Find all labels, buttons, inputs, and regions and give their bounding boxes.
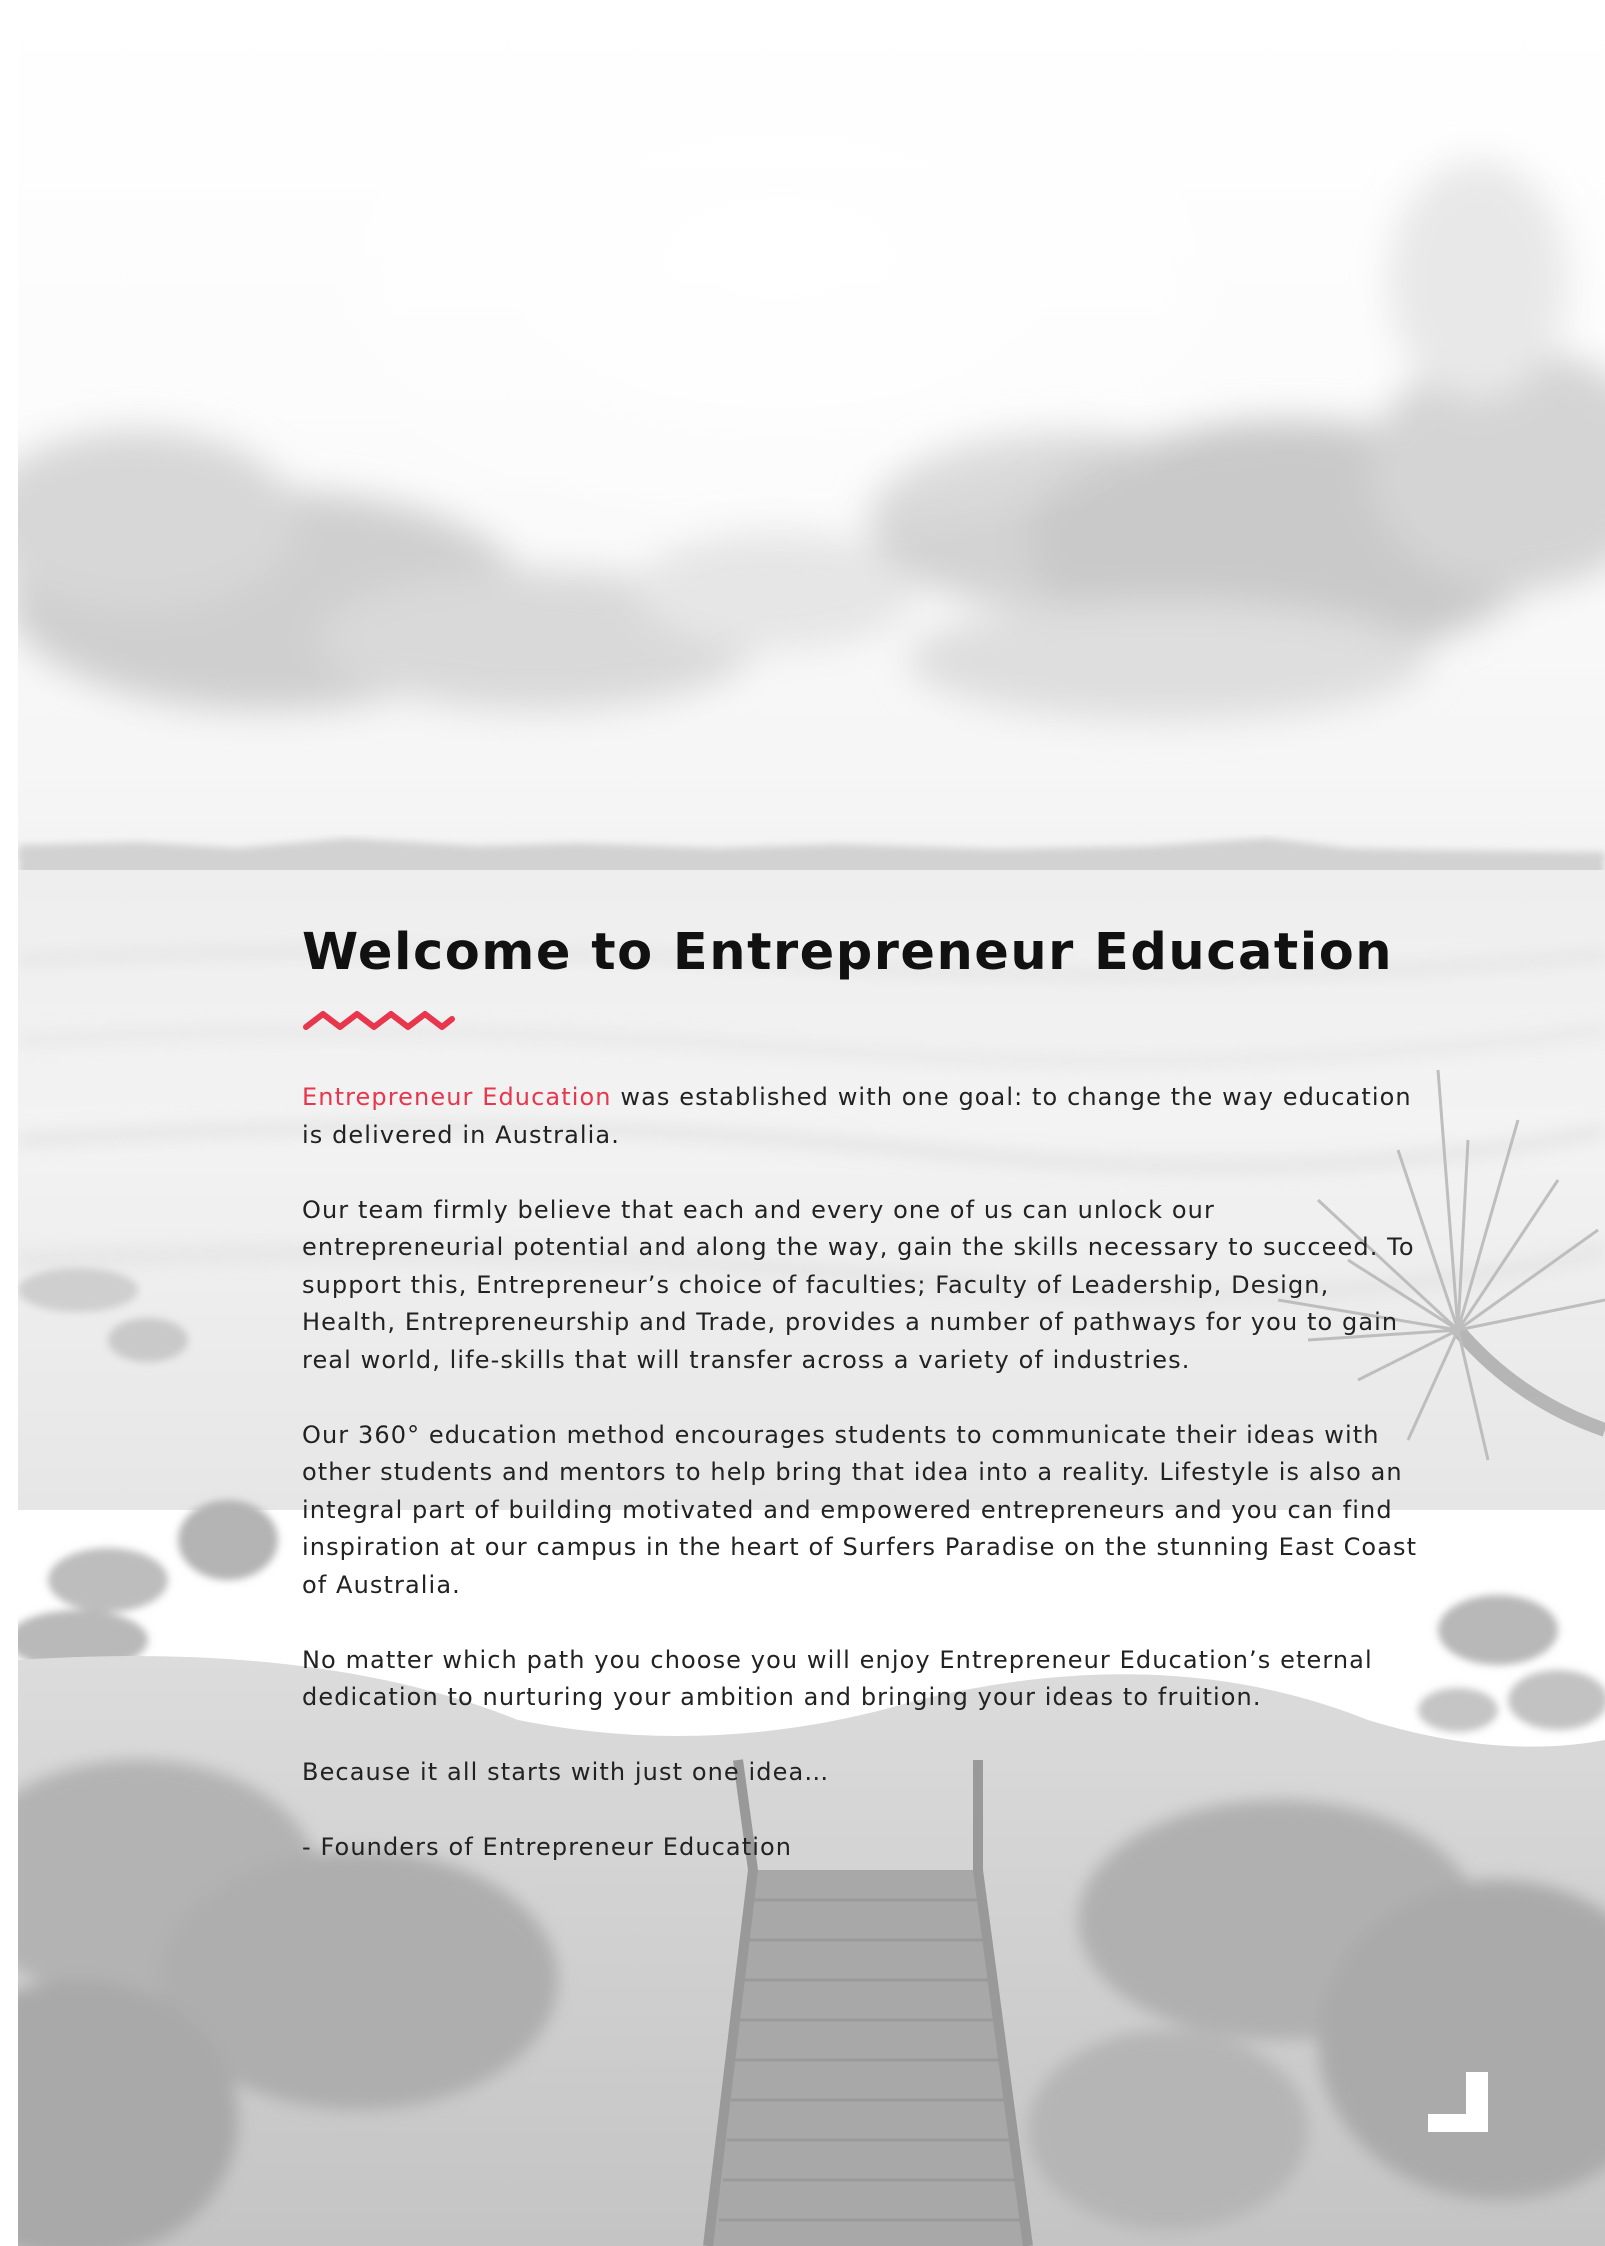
corner-bracket-icon (1428, 2072, 1488, 2132)
intro-highlight: Entrepreneur Education (302, 1083, 612, 1112)
zigzag-divider-icon (303, 1011, 455, 1031)
signature-line: - Founders of Entrepreneur Education (302, 1833, 793, 1862)
paragraph-tagline: Because it all starts with just one idea… (302, 1758, 830, 1787)
paragraph-method: Our 360° education method encourages stu… (302, 1420, 1418, 1599)
page-title: Welcome to Entrepreneur Education (302, 923, 1394, 982)
welcome-section: Welcome to Entrepreneur Education Entrep… (302, 922, 1422, 1904)
paragraph-team: Our team firmly believe that each and ev… (302, 1195, 1415, 1374)
intro-paragraph: Entrepreneur Education was established w… (302, 1079, 1422, 1154)
paragraph-dedication: No matter which path you choose you will… (302, 1645, 1373, 1712)
welcome-letter: Entrepreneur Education was established w… (302, 1079, 1422, 1867)
brochure-page: Welcome to Entrepreneur Education Entrep… (0, 0, 1605, 2246)
